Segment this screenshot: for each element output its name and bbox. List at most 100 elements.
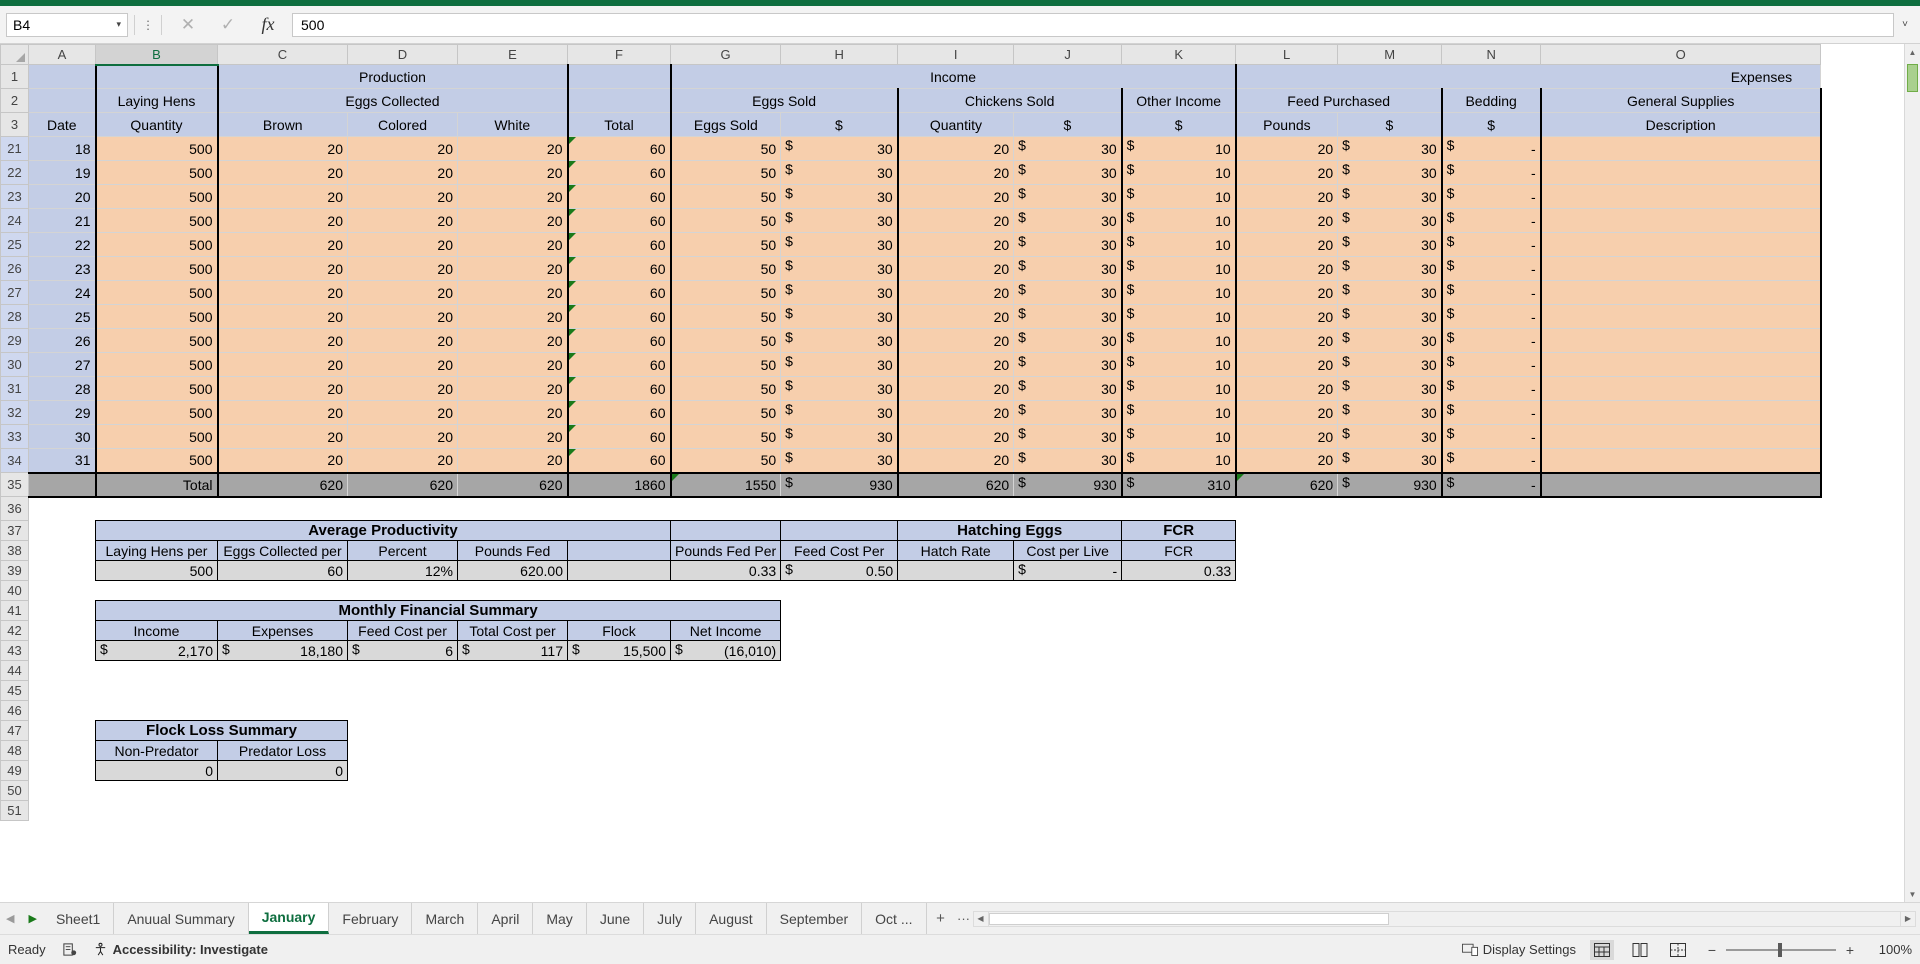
cell-H37[interactable] — [780, 520, 899, 541]
ap-val-hatch-rate[interactable] — [897, 560, 1015, 581]
mfs-val-total-cost-per[interactable]: $117 — [457, 640, 568, 661]
sheet-tab-march[interactable]: March — [412, 903, 479, 934]
column-header-H[interactable]: H — [780, 44, 899, 65]
cell-colored[interactable]: 20 — [347, 352, 458, 377]
spreadsheet-grid[interactable]: A B C D E F G H I J K L M N O 1 Producti… — [0, 44, 1920, 902]
cell-currency[interactable]: $30 — [1013, 160, 1123, 185]
cell-currency[interactable]: $10 — [1120, 136, 1237, 161]
cell-J35-chicken-amt-total[interactable]: $930 — [1013, 471, 1123, 498]
cell-quantity[interactable]: 500 — [94, 232, 218, 257]
cell-pounds[interactable]: 20 — [1234, 376, 1339, 401]
cell-C1-production[interactable]: Production — [216, 64, 568, 89]
cell-colored[interactable]: 20 — [347, 232, 458, 257]
row-header-43[interactable]: 43 — [0, 640, 29, 661]
hatching-eggs-title[interactable]: Hatching Eggs — [897, 520, 1123, 541]
cell-chicken-qty[interactable]: 20 — [896, 256, 1015, 281]
cell-white[interactable]: 20 — [457, 184, 568, 209]
column-header-A[interactable]: A — [28, 44, 96, 65]
cell-H3-dollar[interactable]: $ — [780, 112, 899, 137]
cell-chicken-qty[interactable]: 20 — [896, 424, 1015, 449]
column-header-B[interactable]: B — [95, 44, 218, 66]
cell-date[interactable]: 30 — [28, 424, 96, 449]
blank-row-40[interactable] — [28, 580, 1821, 601]
cell-A35[interactable] — [28, 471, 96, 498]
cell-G35-eggs-sold-total[interactable]: 1550 — [669, 471, 782, 498]
cell-pounds[interactable]: 20 — [1234, 184, 1339, 209]
cell-quantity[interactable]: 500 — [94, 136, 218, 161]
cell-date[interactable]: 22 — [28, 232, 96, 257]
cell-colored[interactable]: 20 — [347, 448, 458, 473]
cell-currency[interactable]: $30 — [780, 448, 899, 473]
cell-currency[interactable]: $30 — [1337, 376, 1443, 401]
column-header-C[interactable]: C — [217, 44, 348, 65]
cell-currency[interactable]: $30 — [780, 232, 899, 257]
column-header-N[interactable]: N — [1441, 44, 1542, 65]
cell-currency[interactable]: $ - — [1440, 304, 1542, 329]
row-header[interactable]: 28 — [0, 304, 29, 329]
ap-hdr-cost-per-live[interactable]: Cost per Live — [1013, 540, 1123, 561]
cell-brown[interactable]: 20 — [216, 160, 348, 185]
cell-currency[interactable]: $30 — [1013, 376, 1123, 401]
cell-currency[interactable]: $30 — [1337, 136, 1443, 161]
cell-currency[interactable]: $30 — [780, 304, 899, 329]
cell-colored[interactable]: 20 — [347, 160, 458, 185]
horizontal-scroll-track[interactable] — [988, 910, 1900, 927]
mfs-hdr-feed-cost-per[interactable]: Feed Cost per — [347, 620, 458, 641]
scroll-up-icon[interactable]: ▲ — [1905, 44, 1920, 60]
cell-M35-feed-amt-total[interactable]: $930 — [1337, 471, 1443, 498]
column-header-G[interactable]: G — [669, 44, 782, 65]
cell-G3-eggs-sold[interactable]: Eggs Sold — [669, 112, 782, 137]
cell-total[interactable]: 60 — [566, 256, 672, 281]
cell-date[interactable]: 21 — [28, 208, 96, 233]
cell-G2-eggs-sold[interactable]: Eggs Sold — [669, 88, 899, 113]
cell-chicken-qty[interactable]: 20 — [896, 328, 1015, 353]
cell-date[interactable]: 25 — [28, 304, 96, 329]
cell-eggs-sold[interactable]: 50 — [669, 256, 782, 281]
cell-total[interactable]: 60 — [566, 424, 672, 449]
cell-currency[interactable]: $30 — [780, 136, 899, 161]
cell-quantity[interactable]: 500 — [94, 280, 218, 305]
cell-colored[interactable]: 20 — [347, 328, 458, 353]
cell-eggs-sold[interactable]: 50 — [669, 400, 782, 425]
cell-eggs-sold[interactable]: 50 — [669, 232, 782, 257]
zoom-track[interactable] — [1726, 942, 1836, 957]
mfs-hdr-expenses[interactable]: Expenses — [217, 620, 348, 641]
row-header[interactable]: 29 — [0, 328, 29, 353]
cell-total[interactable]: 60 — [566, 328, 672, 353]
cell-chicken-qty[interactable]: 20 — [896, 280, 1015, 305]
ap-val-blank[interactable] — [567, 560, 671, 581]
cell-F35-total[interactable]: 1860 — [566, 471, 672, 498]
cell-description[interactable] — [1539, 232, 1822, 257]
column-header-L[interactable]: L — [1235, 44, 1339, 65]
cell-N3-dollar[interactable]: $ — [1440, 112, 1542, 137]
row-header-37[interactable]: 37 — [0, 520, 29, 541]
mfs-hdr-income[interactable]: Income — [95, 620, 218, 641]
cell-brown[interactable]: 20 — [216, 448, 348, 473]
cell-currency[interactable]: $ - — [1440, 424, 1542, 449]
ap-val-eggs-collected[interactable]: 60 — [217, 560, 348, 581]
cell-J3-dollar[interactable]: $ — [1013, 112, 1123, 137]
cell-pounds[interactable]: 20 — [1234, 232, 1339, 257]
sheet-tab-august[interactable]: August — [696, 903, 767, 934]
mfs-title[interactable]: Monthly Financial Summary — [94, 600, 782, 621]
cell-white[interactable]: 20 — [457, 160, 568, 185]
fls-val-non-predator[interactable]: 0 — [95, 760, 218, 781]
cell-G1-income[interactable]: Income — [669, 64, 1237, 89]
avg-productivity-title[interactable]: Average Productivity — [95, 520, 671, 541]
row-header-44[interactable]: 44 — [0, 660, 29, 681]
cell-description[interactable] — [1539, 184, 1822, 209]
cell-F3-total[interactable]: Total — [566, 112, 672, 137]
sheet-tab-anuual-summary[interactable]: Anuual Summary — [114, 903, 249, 934]
sheet-tab-june[interactable]: June — [586, 903, 645, 934]
cell-currency[interactable]: $ - — [1440, 352, 1542, 377]
cell-currency[interactable]: $10 — [1120, 400, 1237, 425]
column-header-I[interactable]: I — [897, 44, 1015, 65]
cell-pounds[interactable]: 20 — [1234, 280, 1339, 305]
cell-quantity[interactable]: 500 — [94, 304, 218, 329]
cell-currency[interactable]: $30 — [780, 160, 899, 185]
cell-A2[interactable] — [28, 88, 96, 113]
cell-quantity[interactable]: 500 — [94, 352, 218, 377]
cell-currency[interactable]: $10 — [1120, 280, 1237, 305]
zoom-in-button[interactable]: + — [1842, 942, 1858, 958]
cell-date[interactable]: 18 — [28, 136, 96, 161]
